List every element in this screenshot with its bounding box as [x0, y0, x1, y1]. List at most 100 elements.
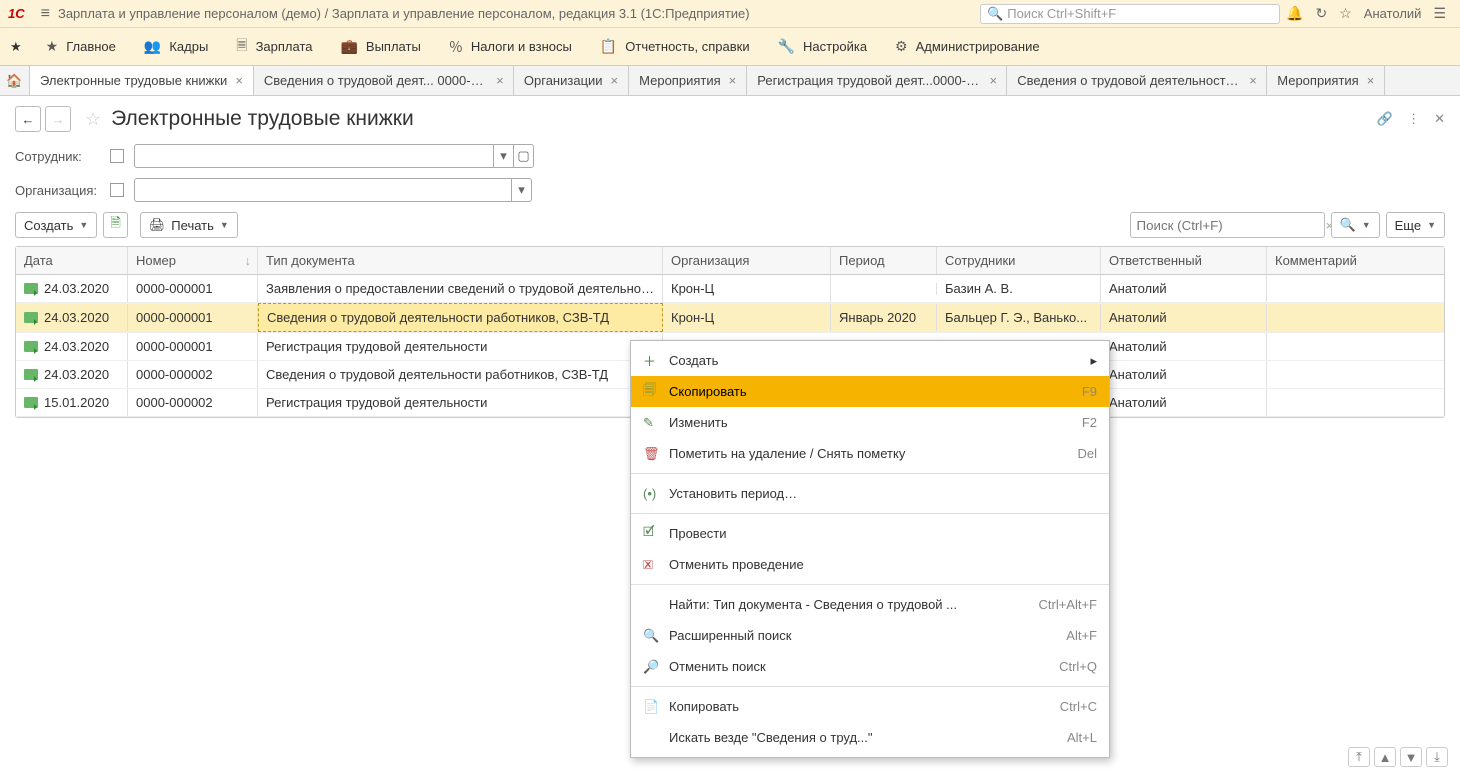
history-icon[interactable]: ↻ [1309, 5, 1333, 22]
ctx-item[interactable]: 📄 Копировать Ctrl+C [631, 691, 1109, 722]
list-search[interactable]: × [1130, 212, 1325, 238]
tab-close-icon[interactable]: × [611, 73, 619, 88]
tab-close-icon[interactable]: × [1367, 73, 1375, 88]
tab[interactable]: Сведения о трудовой деятельности ра...× [1007, 66, 1267, 95]
menu-report[interactable]: 📋Отчетность, справки [586, 28, 764, 65]
create-from-template-button[interactable]: 🗎 [103, 212, 127, 238]
home-tab-icon[interactable]: 🏠 [0, 66, 30, 95]
col-org[interactable]: Организация [663, 247, 831, 274]
menu-star[interactable]: ★Главное [32, 28, 130, 65]
menu-gear[interactable]: ⚙Администрирование [881, 28, 1054, 65]
tab-close-icon[interactable]: × [1249, 73, 1256, 88]
trash-icon: 🗑 [643, 446, 669, 462]
table-row[interactable]: 24.03.2020 0000-000001 Заявления о предо… [16, 275, 1444, 303]
tab-close-icon[interactable]: × [235, 73, 243, 88]
menu-label: Администрирование [916, 39, 1040, 54]
scroll-bottom-icon[interactable]: ⤓ [1426, 747, 1448, 767]
star-icon[interactable]: ☆ [1333, 5, 1358, 22]
scroll-down-icon[interactable]: ▼ [1400, 747, 1422, 767]
menu-calc[interactable]: 🗏Зарплата [222, 28, 326, 65]
nav-star-icon[interactable]: ★ [0, 39, 32, 55]
tab-label: Сведения о трудовой деят... 0000-000002 [264, 73, 488, 88]
chevron-down-icon: ▼ [79, 220, 88, 230]
tab-close-icon[interactable]: × [989, 73, 996, 88]
cell-comment [1267, 283, 1444, 295]
employee-open-icon[interactable]: ▢ [514, 144, 534, 168]
org-dropdown-icon[interactable]: ▾ [512, 178, 532, 202]
ctx-item[interactable]: ✎ Изменить F2 [631, 407, 1109, 438]
cell-responsible: Анатолий [1101, 333, 1267, 360]
org-filter-checkbox[interactable] [110, 183, 124, 197]
ctx-item[interactable]: Искать везде "Сведения о труд..." Alt+L [631, 722, 1109, 753]
ctx-item[interactable]: 🗑 Пометить на удаление / Снять пометку D… [631, 438, 1109, 469]
org-filter-input[interactable] [134, 178, 512, 202]
document-icon: 🗎 [110, 214, 120, 236]
col-date[interactable]: Дата [16, 247, 128, 274]
ctx-item[interactable]: 🔎 Отменить поиск Ctrl+Q [631, 651, 1109, 682]
employee-dropdown-icon[interactable]: ▾ [494, 144, 514, 168]
cell-doctype: Сведения о трудовой деятельности работни… [258, 303, 663, 332]
search-icon: 🔍 [987, 6, 1003, 22]
employee-filter-checkbox[interactable] [110, 149, 124, 163]
cell-period: Январь 2020 [831, 304, 937, 331]
favorite-star-icon[interactable]: ☆ [85, 109, 101, 130]
ctx-item[interactable]: 🗹 Провести [631, 518, 1109, 549]
col-comment[interactable]: Комментарий [1267, 247, 1444, 274]
submenu-arrow-icon: ▸ [1090, 353, 1097, 369]
nav-back-button[interactable]: ← [15, 106, 41, 132]
tab[interactable]: Сведения о трудовой деят... 0000-000002 × [254, 66, 514, 95]
kebab-icon[interactable]: ⋮ [1407, 111, 1420, 127]
document-status-icon [24, 283, 38, 294]
menu-wrench[interactable]: 🔧Настройка [764, 28, 881, 65]
cell-doctype: Сведения о трудовой деятельности работни… [258, 361, 663, 388]
tab[interactable]: Регистрация трудовой деят...0000-000002× [747, 66, 1007, 95]
pencil-icon: ✎ [643, 415, 669, 431]
document-status-icon [24, 341, 38, 352]
ctx-item[interactable]: (•) Установить период… [631, 478, 1109, 509]
tab[interactable]: Электронные трудовые книжки× [30, 66, 254, 95]
user-name[interactable]: Анатолий [1358, 6, 1428, 21]
bell-icon[interactable]: 🔔 [1280, 5, 1309, 22]
tab[interactable]: Мероприятия× [629, 66, 747, 95]
tab[interactable]: Мероприятия× [1267, 66, 1385, 95]
link-icon[interactable]: 🔗 [1377, 111, 1393, 127]
window-title: Зарплата и управление персоналом (демо) … [58, 6, 750, 21]
search-exec-button[interactable]: 🔍▼ [1331, 212, 1380, 238]
menu-label: Зарплата [256, 39, 313, 54]
more-button[interactable]: Еще▼ [1386, 212, 1445, 238]
col-period[interactable]: Период [831, 247, 937, 274]
copy-icon: 📄 [643, 699, 669, 715]
print-button[interactable]: 🖨Печать▼ [140, 212, 238, 238]
list-search-input[interactable] [1131, 218, 1320, 233]
menu-percent[interactable]: ％Налоги и взносы [435, 28, 586, 65]
create-button[interactable]: Создать▼ [15, 212, 97, 238]
burger-icon[interactable]: ≡ [33, 5, 58, 23]
ctx-item[interactable]: ＋ Создать ▸ [631, 345, 1109, 376]
nav-forward-button[interactable]: → [45, 106, 71, 132]
scroll-top-icon[interactable]: ⤒ [1348, 747, 1370, 767]
scroll-up-icon[interactable]: ▲ [1374, 747, 1396, 767]
tab-close-icon[interactable]: × [496, 73, 503, 88]
global-search[interactable]: 🔍 Поиск Ctrl+Shift+F [980, 4, 1280, 24]
table-row[interactable]: 24.03.2020 0000-000001 Сведения о трудов… [16, 303, 1444, 333]
main-menu: ★ ★Главное👥Кадры🗏Зарплата💼Выплаты％Налоги… [0, 28, 1460, 66]
tab[interactable]: Организации× [514, 66, 629, 95]
post-icon: 🗹 [643, 523, 669, 545]
ctx-item[interactable]: 🗐 Скопировать F9 [631, 376, 1109, 407]
ctx-item[interactable]: Найти: Тип документа - Сведения о трудов… [631, 589, 1109, 620]
tab-close-icon[interactable]: × [729, 73, 737, 88]
chevron-down-icon: ▼ [1427, 220, 1436, 230]
col-responsible[interactable]: Ответственный [1101, 247, 1267, 274]
col-number[interactable]: Номер↓ [128, 247, 258, 274]
employee-filter-input[interactable] [134, 144, 494, 168]
menu-icon[interactable]: ☰ [1427, 5, 1452, 22]
menu-people[interactable]: 👥Кадры [130, 28, 222, 65]
ctx-item[interactable]: 🗷 Отменить проведение [631, 549, 1109, 580]
close-page-icon[interactable]: ✕ [1434, 111, 1445, 127]
cell-responsible: Анатолий [1101, 304, 1267, 331]
ctx-item[interactable]: 🔍 Расширенный поиск Alt+F [631, 620, 1109, 651]
cell-doctype: Регистрация трудовой деятельности [258, 389, 663, 416]
col-doctype[interactable]: Тип документа [258, 247, 663, 274]
menu-wallet[interactable]: 💼Выплаты [326, 28, 434, 65]
col-employees[interactable]: Сотрудники [937, 247, 1101, 274]
